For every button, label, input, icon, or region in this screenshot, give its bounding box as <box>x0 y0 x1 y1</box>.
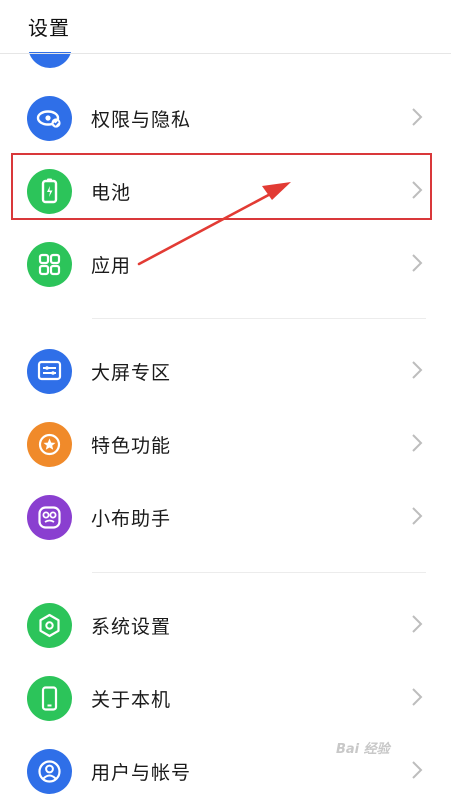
page-title: 设置 <box>28 16 70 40</box>
settings-item-label: 特色功能 <box>91 435 172 457</box>
settings-item-label: 大屏专区 <box>91 362 172 384</box>
eye-shield-icon <box>27 96 72 141</box>
settings-item-system[interactable]: 系统设置 <box>0 589 451 661</box>
section-divider <box>92 318 426 319</box>
settings-item-label: 系统设置 <box>91 616 172 638</box>
chevron-right-icon <box>412 688 423 706</box>
phone-icon <box>27 676 72 721</box>
settings-item-battery[interactable]: 电池 <box>0 155 451 227</box>
settings-item-about[interactable]: 关于本机 <box>0 662 451 734</box>
hexagon-settings-icon <box>27 603 72 648</box>
chevron-right-icon <box>412 254 423 272</box>
settings-item-label: 电池 <box>91 182 132 204</box>
settings-item-large-screen[interactable]: 大屏专区 <box>0 335 451 407</box>
settings-item-apps[interactable]: 应用 <box>0 228 451 300</box>
large-screen-icon <box>27 349 72 394</box>
star-badge-icon <box>27 422 72 467</box>
settings-item-features[interactable]: 特色功能 <box>0 408 451 480</box>
header-bar: 设置 <box>0 0 451 52</box>
settings-item-label: 应用 <box>91 255 132 277</box>
chevron-right-icon <box>412 615 423 633</box>
settings-item-label: 小布助手 <box>91 508 172 530</box>
settings-item-label: 用户与帐号 <box>91 762 192 784</box>
settings-item-label: 关于本机 <box>91 689 172 711</box>
watermark: Bai 经验 <box>336 742 390 757</box>
settings-item-label: 权限与隐私 <box>91 109 192 131</box>
chevron-right-icon <box>412 361 423 379</box>
assistant-icon <box>27 495 72 540</box>
apps-grid-icon <box>27 242 72 287</box>
battery-icon <box>27 169 72 214</box>
settings-item-privacy[interactable]: 权限与隐私 <box>0 82 451 154</box>
chevron-right-icon <box>412 181 423 199</box>
chevron-right-icon <box>412 108 423 126</box>
header-divider <box>0 53 451 54</box>
settings-item-assistant[interactable]: 小布助手 <box>0 481 451 553</box>
chevron-right-icon <box>412 761 423 779</box>
chevron-right-icon <box>412 434 423 452</box>
user-icon <box>27 749 72 794</box>
section-divider <box>92 572 426 573</box>
chevron-right-icon <box>412 507 423 525</box>
